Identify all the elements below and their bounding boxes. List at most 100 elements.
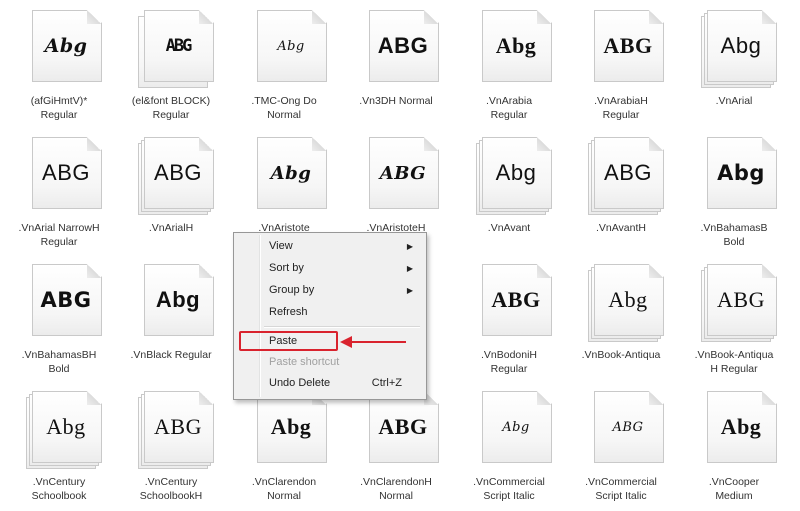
font-file-item[interactable]: ABG .Vn3DH Normal — [341, 4, 451, 130]
font-file-item[interactable]: Abg .VnBahamasB Bold — [679, 131, 789, 257]
font-name: .VnBahamasB — [700, 222, 768, 234]
font-sample-preview: Abg — [502, 419, 530, 435]
font-name: .VnCommercial — [585, 476, 657, 488]
font-file-icon: Abg — [251, 10, 327, 86]
font-file-item[interactable]: ABG .VnBahamasBH Bold — [4, 258, 114, 384]
font-file-item[interactable]: ABG .VnArial NarrowH Regular — [4, 131, 114, 257]
font-file-item[interactable]: ABG .VnClarendonH Normal — [341, 385, 451, 511]
font-file-name: .VnBodoniH Regular — [454, 348, 564, 376]
font-file-item[interactable]: Abg .VnArabia Regular — [454, 4, 564, 130]
page-fold — [87, 138, 102, 151]
menu-item-label: Undo Delete — [269, 377, 331, 389]
font-file-name: .VnCooper Medium — [679, 475, 789, 503]
font-file-item[interactable]: ABG .VnAvantH — [566, 131, 676, 257]
font-sample-preview: Abg — [270, 162, 312, 184]
font-file-icon: ABG — [138, 391, 214, 469]
font-style: Regular — [490, 363, 528, 375]
font-file-item[interactable]: Abg .VnCooper Medium — [679, 385, 789, 511]
font-file-item[interactable]: ABG .VnBodoniH Regular — [454, 258, 564, 384]
font-sample-preview: ABG — [377, 33, 429, 58]
page-fold — [424, 138, 439, 151]
font-name: .VnArial — [715, 95, 753, 107]
menu-item-sort-by[interactable]: Sort by ▶ — [236, 258, 422, 279]
font-file-item[interactable]: Abg (afGiHmtV)* Regular — [4, 4, 114, 130]
font-style: Script Italic — [595, 490, 647, 502]
font-file-icon: Abg — [588, 264, 664, 342]
font-name: .VnBook-Antiqua — [694, 349, 774, 361]
page-fold — [199, 265, 214, 278]
page-fold — [537, 265, 552, 278]
font-file-icon: Abg — [701, 137, 777, 213]
font-name: .VnAvant — [487, 222, 531, 234]
font-file-name: .VnArialH — [116, 221, 226, 235]
font-file-item[interactable]: ABG .VnBook-Antiqua H Regular — [679, 258, 789, 384]
font-sample-preview: Abg — [720, 33, 762, 58]
font-file-name: .VnBahamasBH Bold — [4, 348, 114, 376]
menu-item-refresh[interactable]: Refresh — [236, 302, 422, 323]
font-file-item[interactable]: Abg .VnAvant — [454, 131, 564, 257]
page-fold — [312, 138, 327, 151]
font-file-icon: Abg — [701, 391, 777, 467]
page-fold — [762, 392, 777, 405]
font-file-name: (afGiHmtV)* Regular — [4, 94, 114, 122]
page-fold — [87, 265, 102, 278]
font-file-icon: Abg — [26, 10, 102, 86]
menu-item-group-by[interactable]: Group by ▶ — [236, 280, 422, 301]
font-name: .VnBahamasBH — [21, 349, 97, 361]
font-file-item[interactable]: ABG .VnArabiaH Regular — [566, 4, 676, 130]
page-fold — [199, 138, 214, 151]
font-sample-preview: Abg — [608, 287, 648, 312]
font-name: .VnCommercial — [473, 476, 545, 488]
font-style: Regular — [602, 109, 640, 121]
font-file-item[interactable]: Abg .VnBook-Antiqua — [566, 258, 676, 384]
chevron-right-icon: ▶ — [406, 242, 413, 251]
font-style: Regular — [152, 109, 190, 121]
page-fold — [762, 11, 777, 24]
font-file-icon: ABG — [588, 137, 664, 215]
font-file-name: .VnAvantH — [566, 221, 676, 235]
font-sample-preview: Abg — [717, 161, 765, 185]
font-style: Schoolbook — [31, 490, 87, 502]
font-file-name: .TMC-Ong Do Normal — [229, 94, 339, 122]
font-sample-preview: Abg — [46, 414, 86, 439]
font-file-item[interactable]: Abg .TMC-Ong Do Normal — [229, 4, 339, 130]
font-file-name: (el&font BLOCK) Regular — [116, 94, 226, 122]
font-file-item[interactable]: Abg .VnCentury Schoolbook — [4, 385, 114, 511]
font-file-item[interactable]: Abg .VnBlack Regular — [116, 258, 226, 384]
page-fold — [87, 392, 102, 405]
font-file-item[interactable]: Abg .VnClarendon Normal — [229, 385, 339, 511]
menu-item-view[interactable]: View ▶ — [236, 236, 422, 257]
font-file-icon: ABG — [26, 137, 102, 213]
font-file-item[interactable]: Abg .VnCommercial Script Italic — [454, 385, 564, 511]
font-file-icon: ABG — [138, 137, 214, 215]
font-file-icon: ABG — [476, 264, 552, 340]
font-file-icon: ABG — [138, 10, 214, 88]
font-file-item[interactable]: ABG .VnCommercial Script Italic — [566, 385, 676, 511]
font-sample-preview: Abg — [155, 287, 201, 312]
context-menu: View ▶ Sort by ▶ Group by ▶ Refresh Past… — [233, 232, 427, 400]
font-sample-preview: ABG — [154, 160, 202, 185]
font-file-item[interactable]: ABG .VnCentury SchoolbookH — [116, 385, 226, 511]
page-fold — [649, 138, 664, 151]
font-file-item[interactable]: ABG .VnArialH — [116, 131, 226, 257]
font-file-icon: ABG — [588, 391, 664, 467]
font-style: Script Italic — [483, 490, 535, 502]
page-fold — [649, 265, 664, 278]
font-file-name: .VnArabiaH Regular — [566, 94, 676, 122]
page-fold — [649, 392, 664, 405]
menu-item-undo-delete[interactable]: Undo Delete Ctrl+Z — [236, 373, 422, 394]
font-file-item[interactable]: ABG (el&font BLOCK) Regular — [116, 4, 226, 130]
font-file-name: .VnClarendonH Normal — [341, 475, 451, 503]
chevron-right-icon: ▶ — [406, 286, 413, 295]
font-file-icon: Abg — [251, 137, 327, 213]
page-fold — [312, 11, 327, 24]
font-style: SchoolbookH — [139, 490, 203, 502]
font-name: .VnAvantH — [595, 222, 646, 234]
font-file-item[interactable]: Abg .VnArial — [679, 4, 789, 130]
font-name: .VnCentury — [32, 476, 86, 488]
font-name: .VnCentury — [144, 476, 198, 488]
font-style: Medium — [715, 490, 753, 502]
font-name: .VnBlack Regular — [130, 349, 212, 361]
font-file-name: .Vn3DH Normal — [341, 94, 451, 108]
font-sample-preview: Abg — [270, 414, 312, 439]
